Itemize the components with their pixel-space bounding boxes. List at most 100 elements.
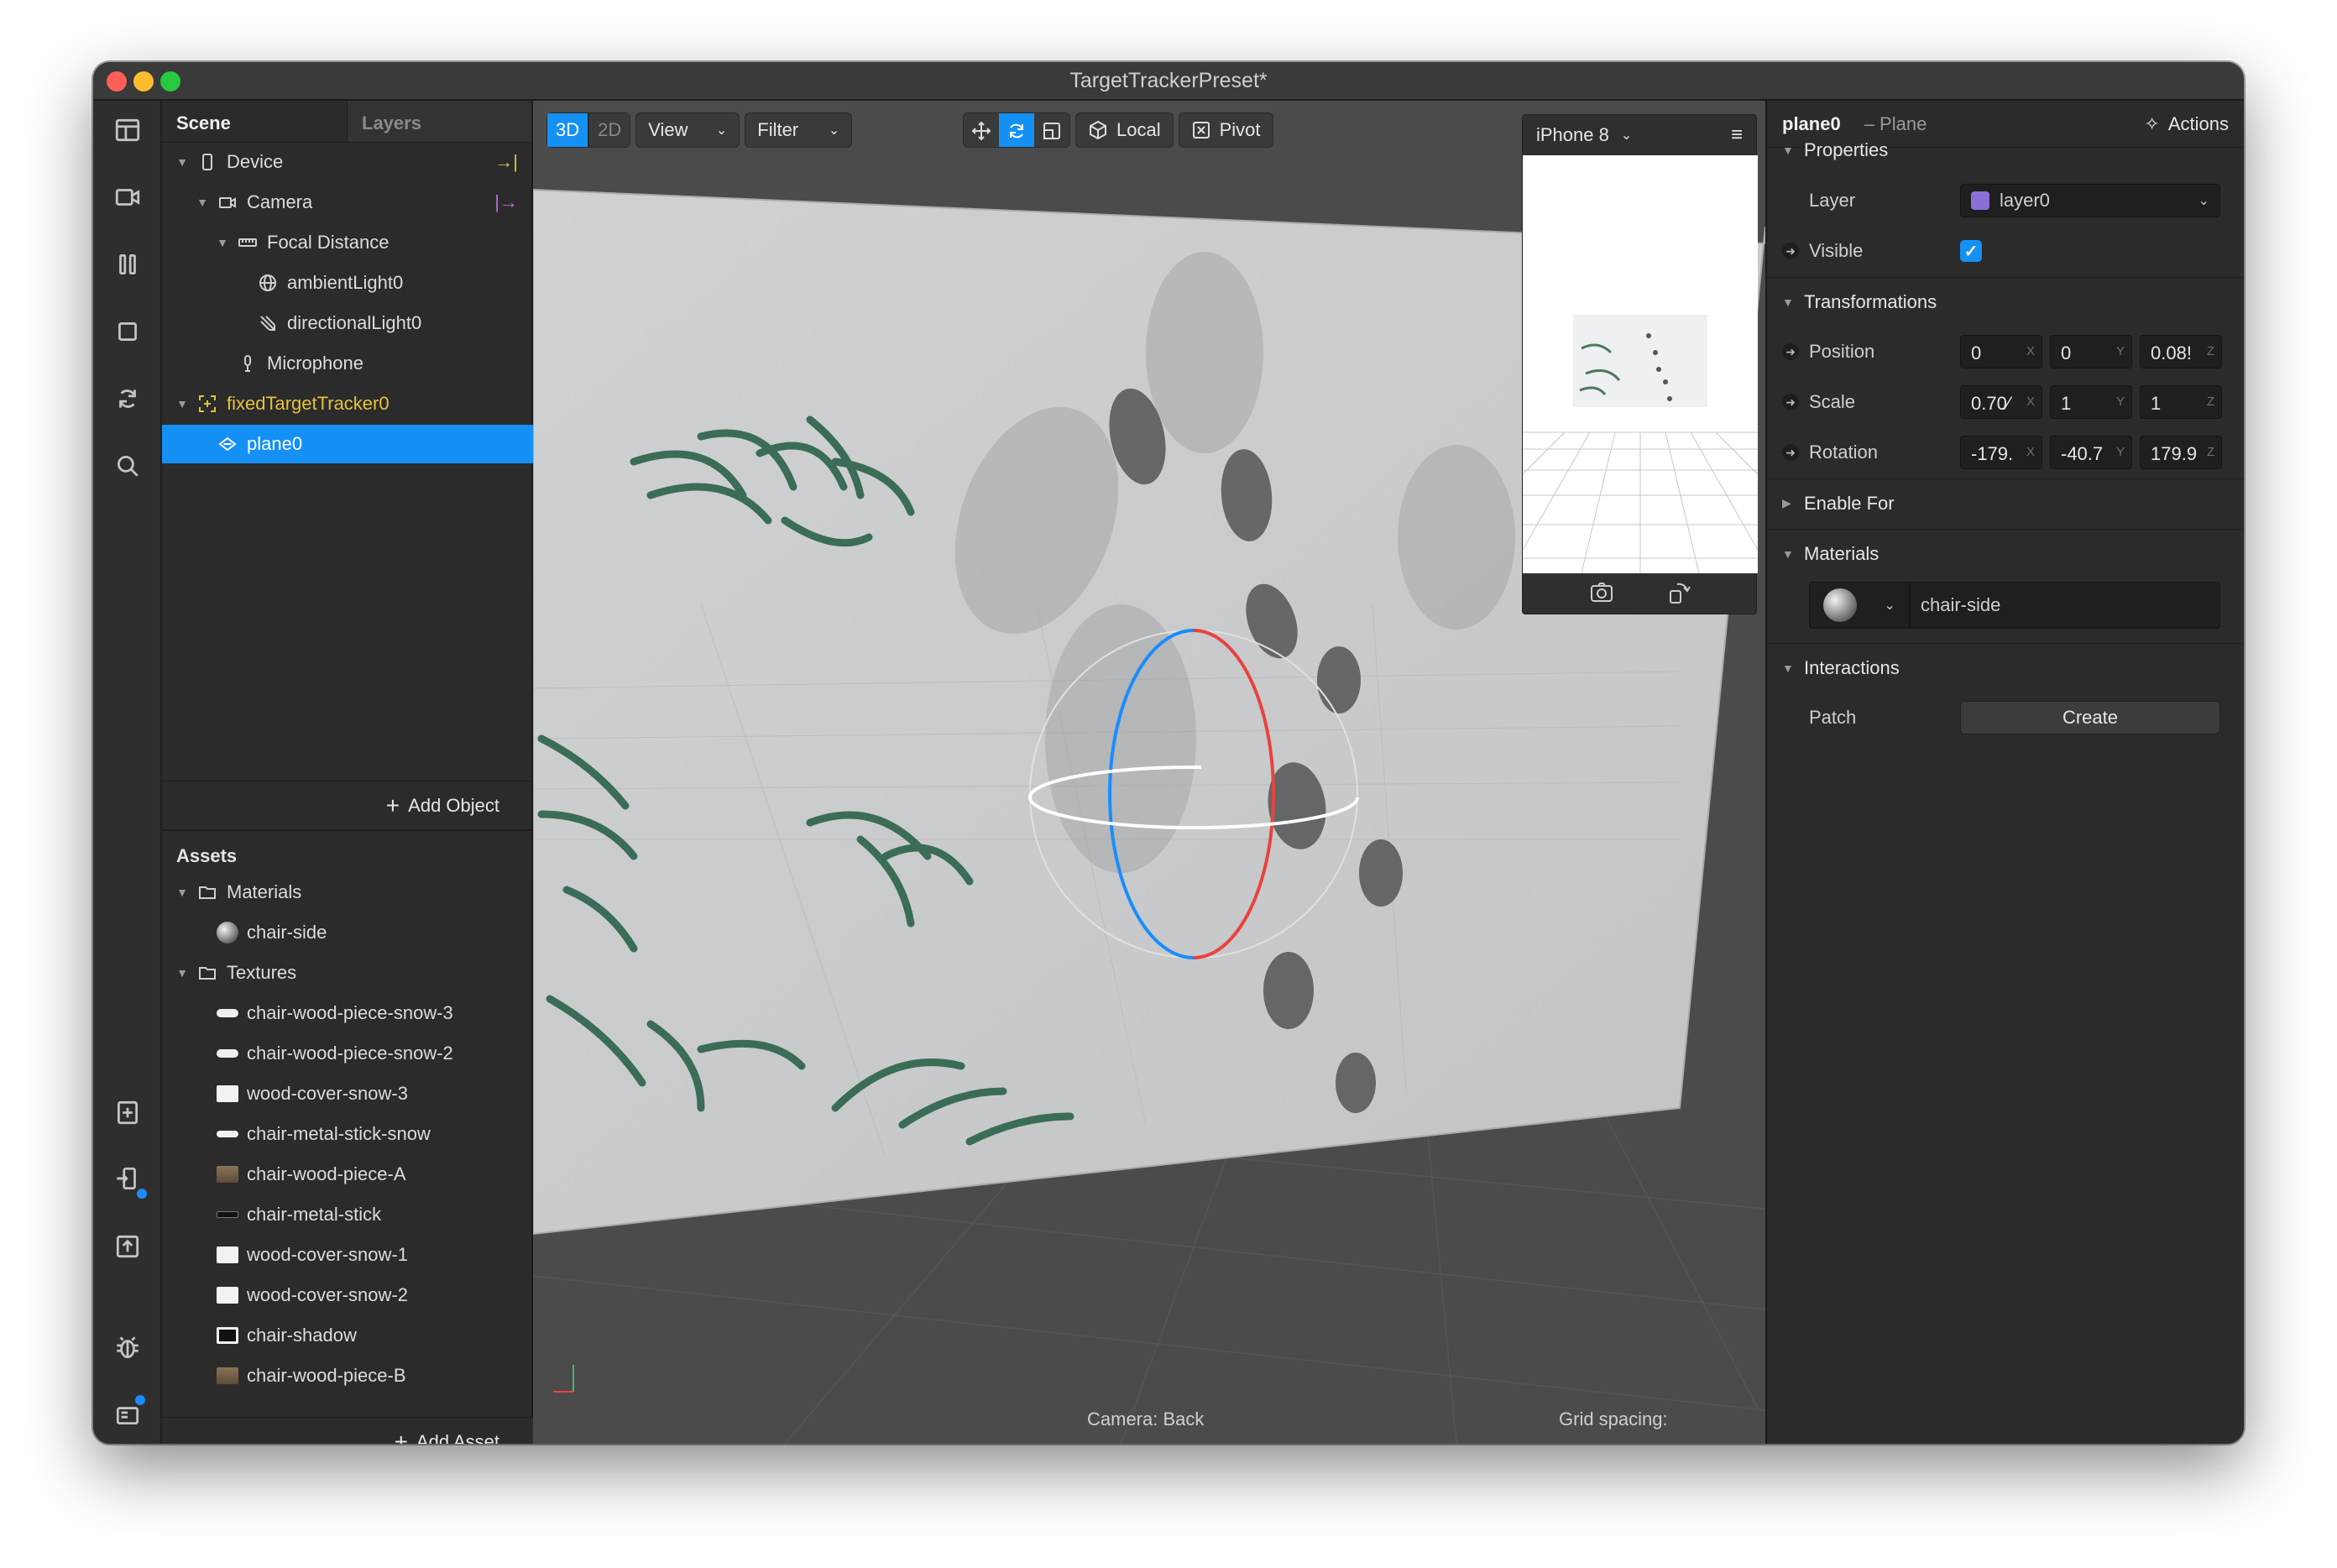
position-z-field[interactable]: 0.08! Z bbox=[2140, 335, 2222, 368]
tree-item-device[interactable]: ▼ Device →| bbox=[162, 143, 533, 181]
scale-x-field[interactable]: 0.70⁄ X bbox=[1960, 385, 2042, 419]
menu-icon[interactable]: ≡ bbox=[1731, 123, 1743, 147]
tree-item-focal-distance[interactable]: ▼ Focal Distance bbox=[162, 223, 533, 262]
pivot-button[interactable]: Pivot bbox=[1178, 112, 1273, 148]
section-enable-for[interactable]: ▶ Enable For bbox=[1767, 478, 2244, 527]
camera-flip-icon[interactable] bbox=[1588, 579, 1615, 606]
expand-caret-icon[interactable]: ▶ bbox=[1782, 496, 1804, 510]
asset-item-label: chair-shadow bbox=[247, 1325, 357, 1346]
device-select[interactable]: iPhone 8 bbox=[1536, 124, 1609, 146]
visible-checkbox[interactable]: ✓ bbox=[1960, 240, 1982, 262]
search-icon[interactable] bbox=[110, 448, 145, 483]
refresh-icon[interactable] bbox=[110, 381, 145, 416]
add-asset-button[interactable]: + Add Asset bbox=[162, 1417, 533, 1444]
add-object-button[interactable]: + Add Object bbox=[162, 781, 533, 829]
scale-z-field[interactable]: 1Z bbox=[2140, 385, 2222, 419]
asset-item[interactable]: chair-metal-stick-snow bbox=[162, 1115, 533, 1153]
mode-3d-button[interactable]: 3D bbox=[546, 112, 589, 148]
tree-item-microphone[interactable]: Microphone bbox=[162, 344, 533, 383]
device-simulator[interactable]: iPhone 8 ⌄ ≡ bbox=[1522, 114, 1758, 614]
tree-item-directional-light[interactable]: directionalLight0 bbox=[162, 304, 533, 342]
asset-item[interactable]: chair-shadow bbox=[162, 1316, 533, 1355]
pause-icon[interactable] bbox=[110, 247, 145, 282]
library-icon[interactable] bbox=[110, 1393, 147, 1432]
asset-item[interactable]: chair-wood-piece-snow-3 bbox=[162, 994, 533, 1032]
asset-item[interactable]: chair-wood-piece-B bbox=[162, 1356, 533, 1393]
scene-viewport[interactable]: 3D 2D View ⌄ Filter ⌄ Local Pivot iPhone 8… bbox=[533, 101, 1765, 1444]
material-name-field[interactable]: chair-side bbox=[1910, 582, 2220, 629]
scale-row: ➜ Scale 0.70⁄ X 1Y 1Z bbox=[1767, 378, 2244, 426]
asset-item[interactable]: chair-wood-piece-snow-2 bbox=[162, 1034, 533, 1073]
bug-icon[interactable] bbox=[110, 1330, 145, 1365]
section-transformations[interactable]: ▼ Transformations bbox=[1767, 277, 2244, 326]
mode-2d-button[interactable]: 2D bbox=[588, 112, 631, 148]
expand-caret-icon[interactable]: ▼ bbox=[1782, 144, 1804, 157]
rotation-z-field[interactable]: 179.9 Z bbox=[2140, 436, 2222, 469]
tree-item-label: Microphone bbox=[267, 353, 363, 374]
asset-group-materials[interactable]: ▼ Materials bbox=[162, 873, 533, 912]
scale-y-field[interactable]: 1Y bbox=[2050, 385, 2132, 419]
position-y-field[interactable]: 0Y bbox=[2050, 335, 2132, 368]
section-materials[interactable]: ▼ Materials bbox=[1767, 529, 2244, 578]
expand-caret-icon[interactable]: ▼ bbox=[217, 236, 228, 249]
tab-layers[interactable]: Layers bbox=[347, 101, 531, 142]
tree-item-plane[interactable]: plane0 bbox=[162, 425, 533, 463]
position-x-field[interactable]: 0X bbox=[1960, 335, 2042, 368]
asset-item[interactable]: chair-metal-stick bbox=[162, 1195, 533, 1234]
video-camera-icon[interactable] bbox=[110, 180, 145, 215]
axis-label: Z bbox=[2206, 395, 2214, 409]
connect-arrow-icon[interactable]: ➜ bbox=[1782, 343, 1799, 360]
upload-icon[interactable] bbox=[110, 1229, 145, 1264]
layer-select[interactable]: layer0 ⌄ bbox=[1960, 184, 2220, 217]
zoom-window-button[interactable] bbox=[160, 71, 180, 91]
expand-caret-icon[interactable]: ▼ bbox=[1782, 295, 1804, 309]
filter-dropdown[interactable]: Filter ⌄ bbox=[745, 112, 853, 148]
chevron-down-icon[interactable]: ⌄ bbox=[1621, 127, 1632, 144]
expand-caret-icon[interactable]: ▼ bbox=[176, 397, 188, 410]
axis-label: X bbox=[2026, 344, 2035, 358]
rotate-device-icon[interactable] bbox=[1665, 579, 1692, 606]
tree-item-camera[interactable]: ▼ Camera |→ bbox=[162, 183, 533, 222]
minimize-window-button[interactable] bbox=[133, 71, 154, 91]
expand-caret-icon[interactable]: ▼ bbox=[1782, 547, 1804, 561]
globe-icon bbox=[257, 272, 279, 294]
move-tool-button[interactable] bbox=[964, 113, 999, 147]
add-file-icon[interactable] bbox=[110, 1095, 145, 1130]
visible-row: ➜ Visible ✓ bbox=[1767, 227, 2244, 275]
tree-item-target-tracker[interactable]: ▼ fixedTargetTracker0 bbox=[162, 384, 533, 423]
section-interactions[interactable]: ▼ Interactions bbox=[1767, 643, 2244, 692]
expand-caret-icon[interactable]: ▼ bbox=[176, 886, 188, 899]
asset-group-label: Textures bbox=[227, 962, 297, 983]
rotation-x-field[interactable]: -179. X bbox=[1960, 436, 2042, 469]
section-properties[interactable]: ▼ Properties bbox=[1767, 126, 2244, 175]
asset-item[interactable]: chair-wood-piece-A bbox=[162, 1155, 533, 1194]
expand-caret-icon[interactable]: ▼ bbox=[196, 196, 208, 209]
create-patch-button[interactable]: Create bbox=[1960, 701, 2220, 734]
scale-tool-button[interactable] bbox=[1034, 113, 1069, 147]
layout-icon[interactable] bbox=[110, 112, 145, 148]
expand-caret-icon[interactable]: ▼ bbox=[176, 155, 188, 169]
close-window-button[interactable] bbox=[107, 71, 127, 91]
asset-item[interactable]: wood-cover-snow-2 bbox=[162, 1276, 533, 1315]
asset-item[interactable]: chair-side bbox=[162, 913, 533, 952]
asset-item[interactable]: wood-cover-snow-1 bbox=[162, 1236, 533, 1274]
connect-arrow-icon[interactable]: ➜ bbox=[1782, 243, 1799, 259]
rotation-y-field[interactable]: -40.7 Y bbox=[2050, 436, 2132, 469]
expand-caret-icon[interactable]: ▼ bbox=[176, 966, 188, 980]
expand-caret-icon[interactable]: ▼ bbox=[1782, 661, 1804, 675]
asset-item[interactable]: wood-cover-snow-3 bbox=[162, 1074, 533, 1113]
material-picker[interactable]: ⌄ bbox=[1809, 582, 1910, 629]
connect-arrow-icon[interactable]: ➜ bbox=[1782, 394, 1799, 410]
view-dropdown[interactable]: View ⌄ bbox=[635, 112, 740, 148]
local-button[interactable]: Local bbox=[1075, 112, 1174, 148]
tree-item-ambient-light[interactable]: ambientLight0 bbox=[162, 264, 533, 302]
device-connect-icon[interactable] bbox=[110, 1162, 149, 1200]
asset-item-label: chair-wood-piece-snow-2 bbox=[247, 1043, 453, 1064]
stop-icon[interactable] bbox=[110, 314, 145, 349]
connect-arrow-icon[interactable]: ➜ bbox=[1782, 444, 1799, 461]
tab-scene[interactable]: Scene bbox=[162, 101, 347, 142]
simulator-screen[interactable] bbox=[1523, 155, 1758, 573]
asset-group-textures[interactable]: ▼ Textures bbox=[162, 954, 533, 992]
tree-item-label: plane0 bbox=[247, 433, 303, 454]
rotate-tool-button[interactable] bbox=[999, 113, 1034, 147]
